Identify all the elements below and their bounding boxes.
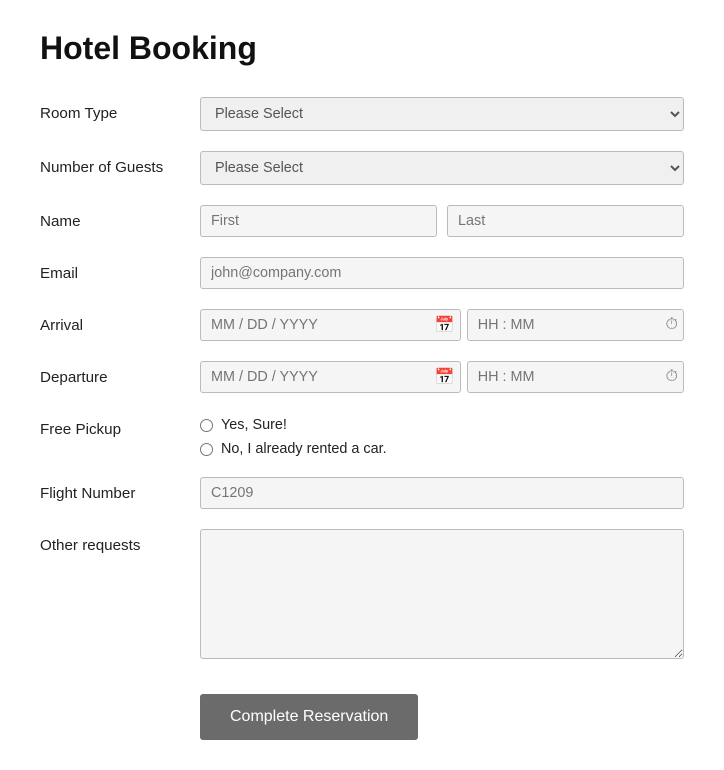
room-type-control: Please Select Single Double Suite: [200, 97, 684, 131]
requests-textarea[interactable]: [200, 529, 684, 659]
email-label: Email: [40, 257, 200, 282]
first-name-input[interactable]: [200, 205, 437, 237]
guests-control: Please Select 1 2 3 4: [200, 151, 684, 185]
name-inputs: [200, 205, 684, 237]
email-control: [200, 257, 684, 289]
departure-date-wrap: 📅: [200, 361, 461, 393]
submit-button[interactable]: Complete Reservation: [200, 694, 418, 740]
arrival-row: Arrival 📅 ⏱: [40, 309, 684, 341]
room-type-select[interactable]: Please Select Single Double Suite: [200, 97, 684, 131]
pickup-yes-radio[interactable]: [200, 419, 213, 432]
departure-label: Departure: [40, 361, 200, 386]
arrival-time-wrap: ⏱: [467, 309, 684, 341]
pickup-label: Free Pickup: [40, 413, 200, 438]
email-input[interactable]: [200, 257, 684, 289]
guests-label: Number of Guests: [40, 151, 200, 176]
name-row: Name: [40, 205, 684, 237]
requests-row: Other requests: [40, 529, 684, 664]
arrival-datetime: 📅 ⏱: [200, 309, 684, 341]
pickup-no-radio[interactable]: [200, 443, 213, 456]
email-row: Email: [40, 257, 684, 289]
arrival-label: Arrival: [40, 309, 200, 334]
requests-control: [200, 529, 684, 664]
flight-input[interactable]: [200, 477, 684, 509]
pickup-no-option[interactable]: No, I already rented a car.: [200, 441, 387, 457]
departure-time-wrap: ⏱: [467, 361, 684, 393]
departure-row: Departure 📅 ⏱: [40, 361, 684, 393]
guests-row: Number of Guests Please Select 1 2 3 4: [40, 151, 684, 185]
room-type-row: Room Type Please Select Single Double Su…: [40, 97, 684, 131]
flight-row: Flight Number: [40, 477, 684, 509]
arrival-date-input[interactable]: [200, 309, 461, 341]
room-type-label: Room Type: [40, 97, 200, 122]
page-title: Hotel Booking: [40, 30, 684, 67]
pickup-options: Yes, Sure! No, I already rented a car.: [200, 413, 387, 457]
departure-date-input[interactable]: [200, 361, 461, 393]
arrival-date-wrap: 📅: [200, 309, 461, 341]
flight-label: Flight Number: [40, 477, 200, 502]
arrival-time-input[interactable]: [467, 309, 684, 341]
pickup-row: Free Pickup Yes, Sure! No, I already ren…: [40, 413, 684, 457]
last-name-input[interactable]: [447, 205, 684, 237]
flight-control: [200, 477, 684, 509]
name-label: Name: [40, 205, 200, 230]
submit-row: Complete Reservation: [40, 684, 684, 740]
pickup-no-label: No, I already rented a car.: [221, 441, 387, 457]
departure-datetime: 📅 ⏱: [200, 361, 684, 393]
pickup-yes-label: Yes, Sure!: [221, 417, 287, 433]
pickup-yes-option[interactable]: Yes, Sure!: [200, 417, 387, 433]
requests-label: Other requests: [40, 529, 200, 554]
guests-select[interactable]: Please Select 1 2 3 4: [200, 151, 684, 185]
departure-time-input[interactable]: [467, 361, 684, 393]
